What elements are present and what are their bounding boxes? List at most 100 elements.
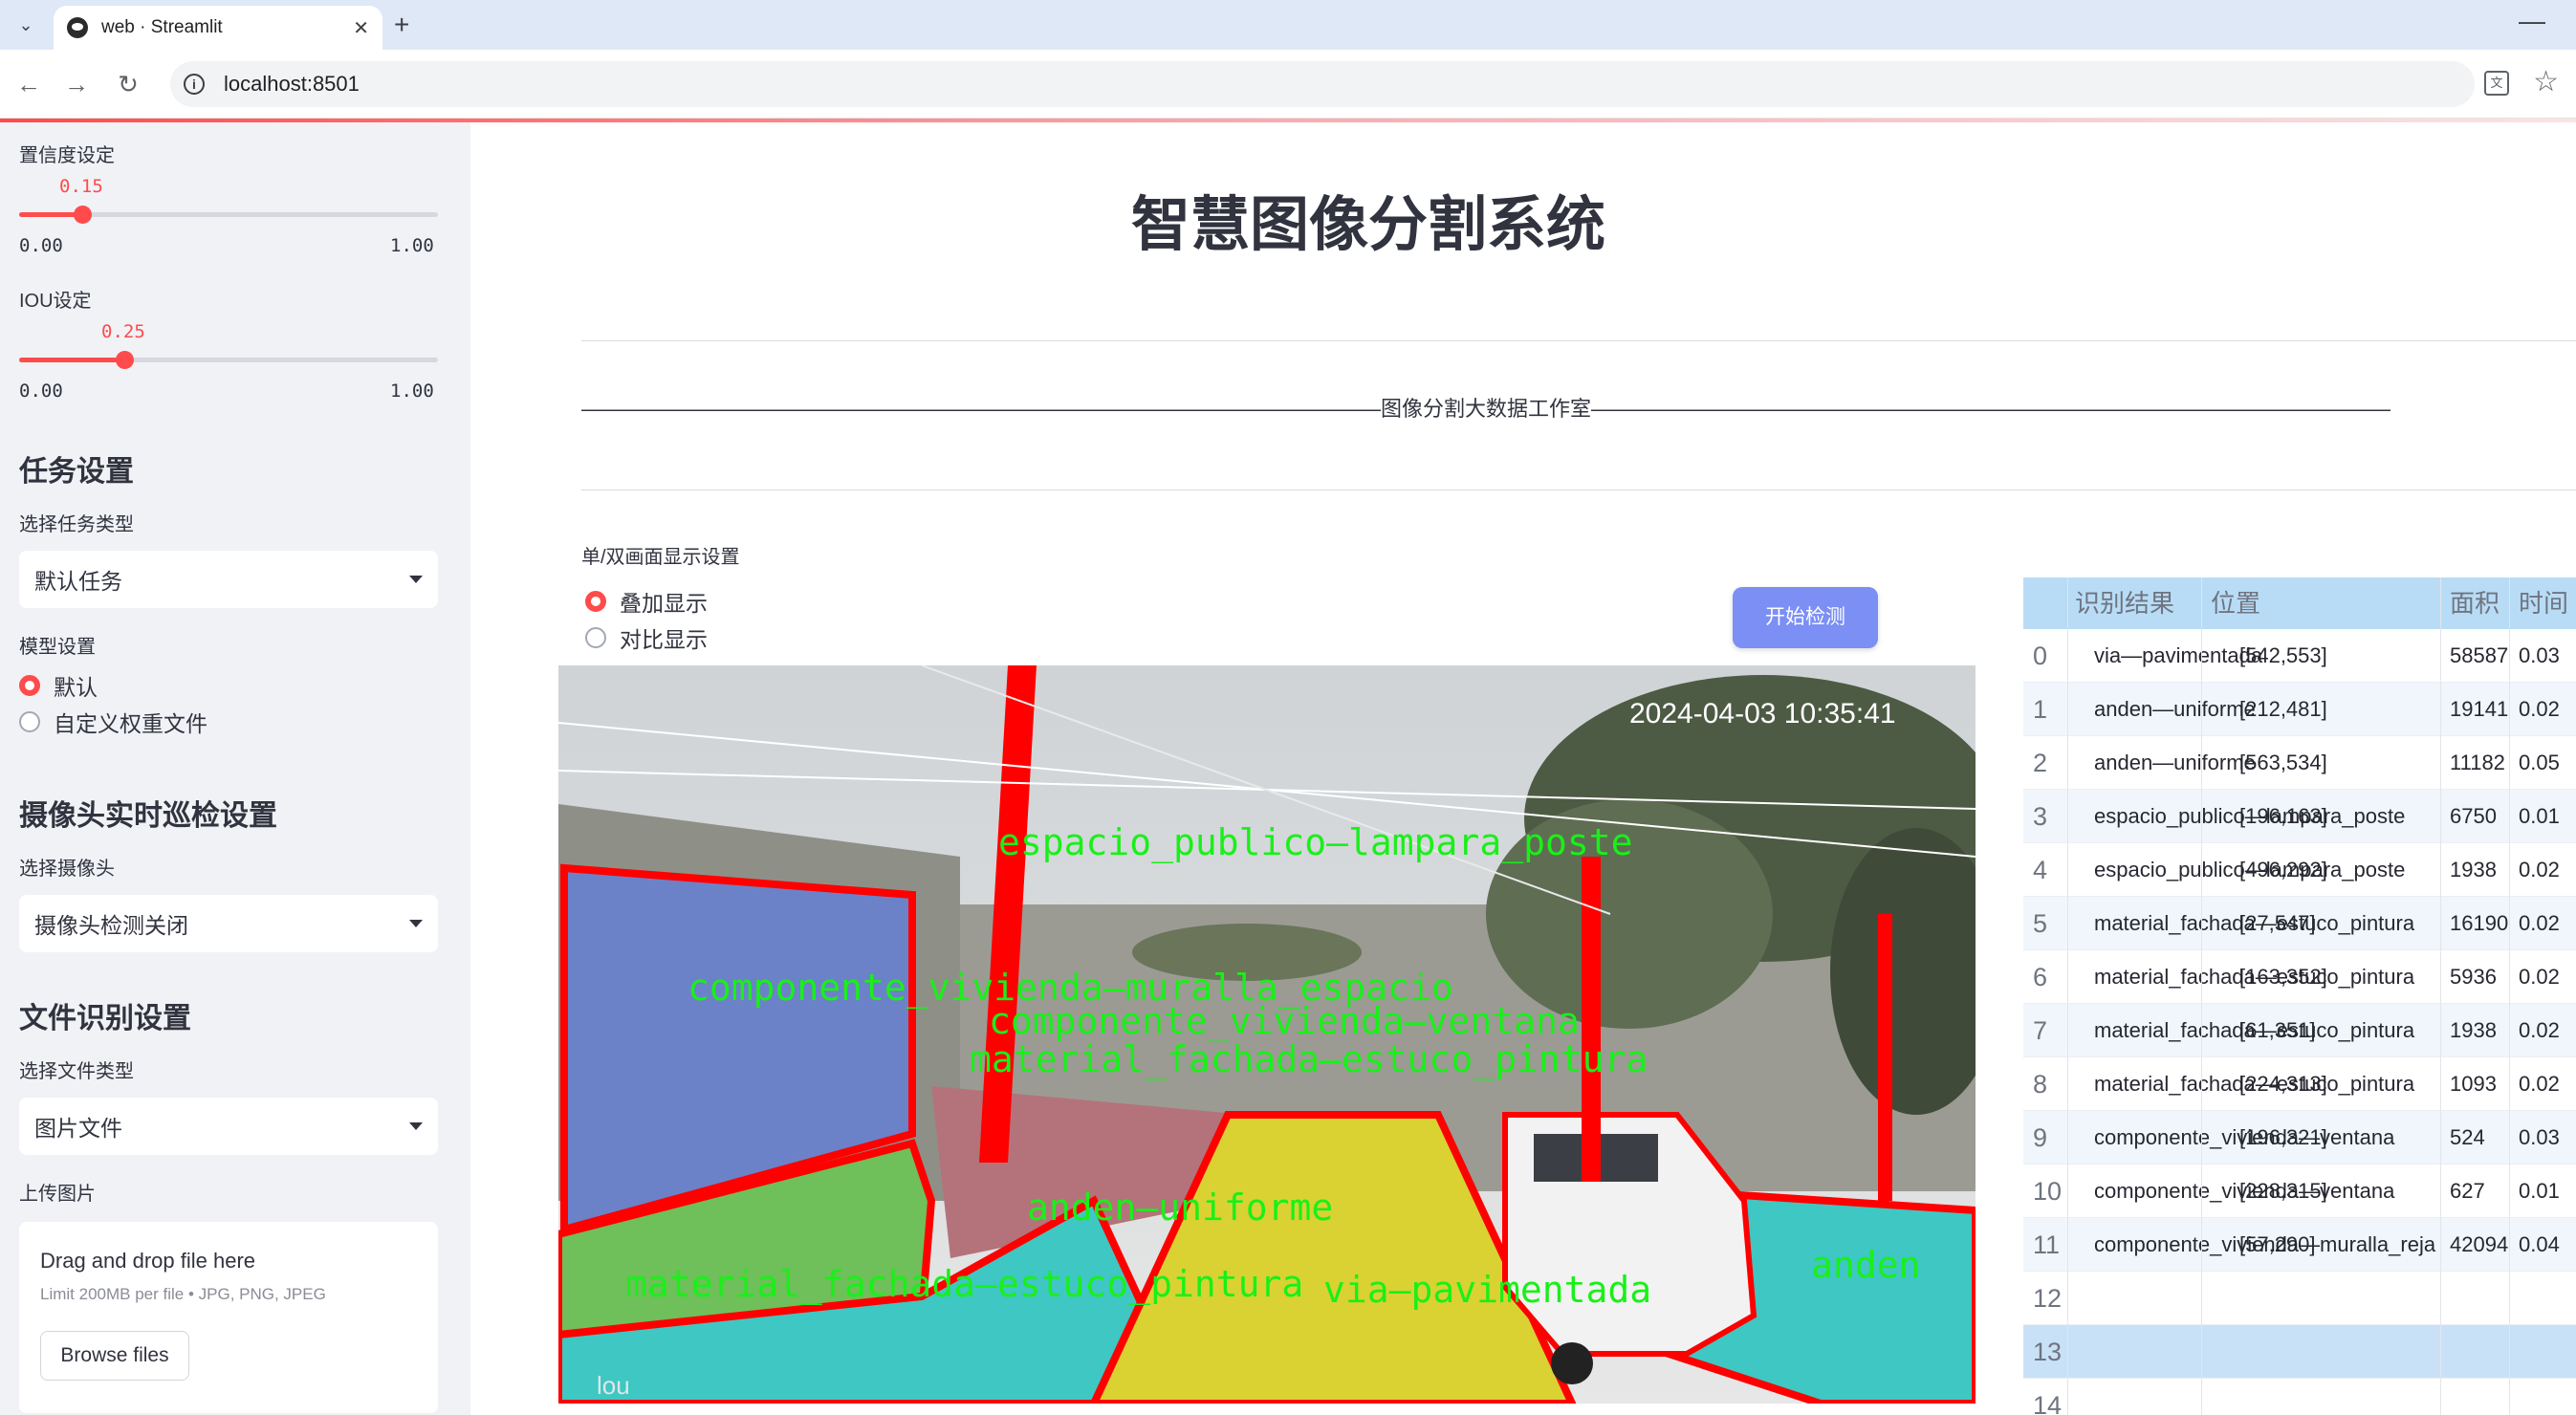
table-row[interactable]: 1 anden—uniforme [212,481] 19141 0.02	[2023, 683, 2576, 736]
confidence-max: 1.00	[390, 235, 434, 256]
table-row[interactable]: 12	[2023, 1272, 2576, 1325]
camera-value: 摄像头检测关闭	[34, 913, 188, 938]
new-tab-plus-icon[interactable]: +	[394, 9, 409, 41]
file-type-select[interactable]: 图片文件	[19, 1098, 438, 1155]
table-row[interactable]: 11 componente_vivienda—muralla_reja [57,29…	[2023, 1218, 2576, 1272]
camera-select[interactable]: 摄像头检测关闭	[19, 895, 438, 952]
row-position: [27,547]	[2239, 911, 2316, 935]
file-type-label: 选择文件类型	[19, 1061, 134, 1082]
row-time: 0.01	[2519, 1179, 2560, 1203]
streamlit-favicon-icon	[67, 17, 88, 38]
sidebar: 置信度设定 0.15 0.00 1.00 IOU设定 0.25 0.00 1.0…	[0, 122, 470, 1415]
row-area: 58587	[2450, 643, 2509, 667]
row-result: anden—uniforme	[2094, 697, 2256, 721]
row-index: 10	[2033, 1177, 2063, 1206]
row-time: 0.04	[2519, 1232, 2560, 1256]
table-row[interactable]: 4 espacio_publico—lampara_poste [496,292] 1…	[2023, 843, 2576, 897]
row-area: 5936	[2450, 965, 2497, 989]
results-table[interactable]: 识别结果 位置 面积 时间 0 via—pavimentada [542,553] 5…	[2023, 577, 2576, 1415]
row-time: 0.02	[2519, 1072, 2560, 1096]
browse-files-button[interactable]: Browse files	[40, 1331, 189, 1381]
row-time: 0.05	[2519, 751, 2560, 774]
row-position: [57,290]	[2239, 1232, 2316, 1256]
display-radio-overlay[interactable]: 叠加显示	[585, 585, 708, 618]
segmentation-canvas: 2024-04-03 10:35:41 espacio_publico—lamp…	[558, 665, 1976, 1404]
radio-selected-icon	[585, 591, 606, 612]
row-position: [212,481]	[2239, 697, 2327, 721]
address-bar: ← → ↻ i localhost:8501 文 ☆	[0, 50, 2576, 119]
table-row[interactable]: 6 material_fachada—estuco_pintura [163,352…	[2023, 950, 2576, 1004]
table-row[interactable]: 10 componente_vivienda—ventana [228,315] 62…	[2023, 1165, 2576, 1218]
header-result[interactable]: 识别结果	[2075, 577, 2174, 629]
confidence-slider-thumb[interactable]	[74, 206, 92, 224]
back-arrow-icon[interactable]: ←	[11, 67, 46, 101]
table-row[interactable]: 0 via—pavimentada [542,553] 58587 0.03	[2023, 629, 2576, 683]
studio-banner: ——————————————————————————————————————图像…	[581, 397, 2391, 421]
row-index: 3	[2033, 802, 2048, 831]
upload-label: 上传图片	[19, 1184, 96, 1205]
tab-search-chevron-icon[interactable]: ⌄	[10, 9, 42, 41]
row-area: 524	[2450, 1125, 2485, 1149]
forward-arrow-icon[interactable]: →	[59, 67, 94, 101]
url-text[interactable]: localhost:8501	[224, 72, 360, 97]
row-index: 7	[2033, 1016, 2048, 1045]
row-position: [228,315]	[2239, 1179, 2327, 1203]
header-position[interactable]: 位置	[2211, 577, 2260, 629]
confidence-label: 置信度设定	[19, 145, 115, 166]
table-row[interactable]: 5 material_fachada—estuco_pintura [27,547]…	[2023, 897, 2576, 950]
row-index: 9	[2033, 1123, 2048, 1152]
display-mode-label: 单/双画面显示设置	[581, 547, 740, 568]
table-row[interactable]: 7 material_fachada—estuco_pintura [61,351]…	[2023, 1004, 2576, 1057]
model-settings-label: 模型设置	[19, 637, 96, 658]
minimize-window-icon[interactable]: —	[2519, 6, 2545, 36]
translate-icon[interactable]: 文	[2484, 71, 2509, 96]
site-info-icon[interactable]: i	[184, 74, 205, 95]
table-row[interactable]: 14	[2023, 1379, 2576, 1415]
task-type-select[interactable]: 默认任务	[19, 551, 438, 608]
display-option-label: 叠加显示	[620, 591, 708, 616]
overlay-label: componente_vivienda—ventana	[989, 1000, 1580, 1043]
row-result: anden—uniforme	[2094, 751, 2256, 774]
reload-icon[interactable]: ↻	[111, 67, 145, 101]
confidence-min: 0.00	[19, 235, 63, 256]
iou-slider-thumb[interactable]	[116, 351, 134, 369]
model-radio-default[interactable]: 默认	[19, 669, 98, 702]
file-settings-heading: 文件识别设置	[19, 1003, 191, 1034]
table-row[interactable]: 2 anden—uniforme [563,534] 11182 0.05	[2023, 736, 2576, 790]
table-row[interactable]: 8 material_fachada—estuco_pintura [224,313…	[2023, 1057, 2576, 1111]
table-row[interactable]: 3 espacio_publico—lampara_poste [196,163] 6…	[2023, 790, 2576, 843]
row-area: 6750	[2450, 804, 2497, 828]
row-area: 627	[2450, 1179, 2485, 1203]
streamlit-page: 置信度设定 0.15 0.00 1.00 IOU设定 0.25 0.00 1.0…	[0, 119, 2576, 1415]
column-divider	[2067, 577, 2068, 1415]
row-area: 42094	[2450, 1232, 2509, 1256]
row-index: 12	[2033, 1284, 2063, 1313]
row-position: [563,534]	[2239, 751, 2327, 774]
row-area: 11182	[2450, 751, 2505, 774]
camera-watermark: lou	[597, 1371, 630, 1400]
confidence-slider[interactable]	[19, 206, 438, 224]
row-area: 1938	[2450, 858, 2497, 882]
file-uploader-dropzone[interactable]: Drag and drop file here Limit 200MB per …	[19, 1222, 438, 1413]
iou-value: 0.25	[101, 321, 145, 342]
task-type-value: 默认任务	[34, 569, 122, 594]
table-row[interactable]: 13	[2023, 1325, 2576, 1379]
row-time: 0.02	[2519, 858, 2560, 882]
camera-label: 选择摄像头	[19, 859, 115, 880]
model-radio-custom[interactable]: 自定义权重文件	[19, 706, 207, 738]
header-area[interactable]: 面积	[2450, 577, 2500, 629]
row-time: 0.02	[2519, 911, 2560, 935]
start-detection-button[interactable]: 开始检测	[1733, 587, 1878, 648]
row-index: 0	[2033, 642, 2048, 670]
row-area: 16190	[2450, 911, 2509, 935]
iou-slider[interactable]	[19, 351, 438, 369]
display-radio-compare[interactable]: 对比显示	[585, 621, 708, 654]
table-row[interactable]: 9 componente_vivienda—ventana [196,321] 524…	[2023, 1111, 2576, 1165]
url-omnibox[interactable]: i localhost:8501	[170, 61, 2475, 107]
header-time[interactable]: 时间	[2519, 577, 2568, 629]
upload-limit-text: Limit 200MB per file • JPG, PNG, JPEG	[40, 1285, 326, 1303]
browser-tab[interactable]: web · Streamlit ✕	[54, 6, 382, 50]
close-tab-icon[interactable]: ✕	[353, 16, 369, 40]
bookmark-star-icon[interactable]: ☆	[2533, 65, 2559, 98]
upload-title: Drag and drop file here	[40, 1249, 256, 1273]
